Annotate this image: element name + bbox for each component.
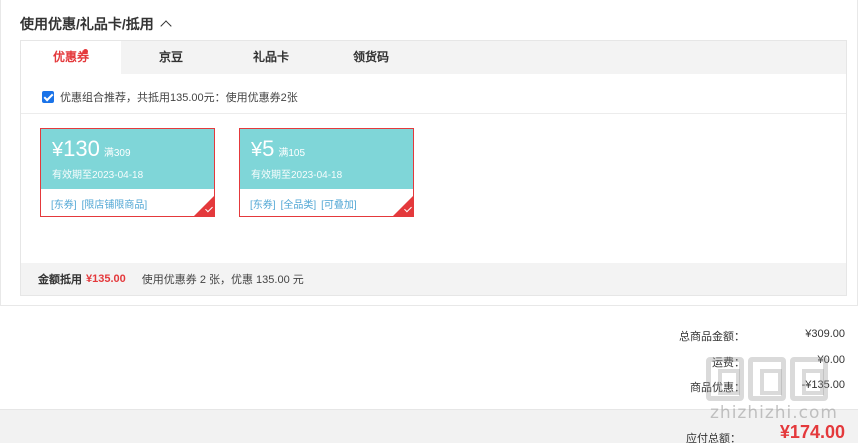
section-title: 使用优惠/礼品卡/抵用 [20,16,154,32]
discount-panel: 优惠券 京豆 礼品卡 领货码 优惠组合推荐，共抵用135.00元：使用优惠券2张… [20,40,847,296]
total-row-discount: 商品优惠： -¥135.00 [625,379,845,395]
coupon-amount-row: ¥130 满309 [52,137,214,162]
coupon-face: ¥5 满105 有效期至2023-04-18 [240,129,413,189]
discount-summary: 金额抵用 ¥135.00 使用优惠券 2 张，优惠 135.00 元 [21,263,846,295]
coupon-condition: 满309 [103,148,131,159]
tab-jingdou[interactable]: 京豆 [121,41,221,74]
coupon-card[interactable]: ¥5 满105 有效期至2023-04-18 [东券] [全品类] [可叠加] [239,128,414,217]
tab-gift-card[interactable]: 礼品卡 [221,41,321,74]
notification-dot-icon [83,49,88,54]
divider [21,113,846,114]
summary-label: 金额抵用 [38,274,82,286]
tab-label: 京豆 [158,50,183,64]
payable-label: 应付总额： [686,433,741,443]
tab-redeem-code[interactable]: 领货码 [321,41,421,74]
coupon-amount-row: ¥5 满105 [251,137,413,162]
coupon-amount: 130 [63,136,100,161]
goods-total-label: 总商品金额： [679,331,745,343]
combo-recommendation[interactable]: 优惠组合推荐，共抵用135.00元：使用优惠券2张 [42,89,298,105]
coupon-face: ¥130 满309 有效期至2023-04-18 [41,129,214,189]
shipping-value: ¥0.00 [817,354,845,366]
summary-detail: 使用优惠券 2 张，优惠 135.00 元 [141,274,304,286]
section-header[interactable]: 使用优惠/礼品卡/抵用 [20,14,172,34]
goods-total-value: ¥309.00 [805,328,845,340]
total-row-goods: 总商品金额： ¥309.00 [625,328,845,344]
payable-bar: 应付总额： ¥174.00 [0,409,858,443]
coupon-condition: 满105 [278,148,306,159]
coupon-currency: ¥ [52,139,64,161]
total-row-shipping: 运费： ¥0.00 [625,354,845,370]
tab-label: 领货码 [352,50,389,64]
discount-section: 使用优惠/礼品卡/抵用 优惠券 京豆 礼品卡 领货码 优惠组合推荐，共抵用135… [0,0,858,306]
discount-label: 商品优惠： [690,382,745,394]
tab-coupons[interactable]: 优惠券 [21,41,121,75]
summary-amount: ¥135.00 [86,273,126,285]
combo-text: 优惠组合推荐，共抵用135.00元：使用优惠券2张 [60,92,298,104]
coupon-tag: [限店铺限商品] [81,200,148,211]
coupon-tags: [东券] [限店铺限商品] [41,189,214,211]
coupon-tags: [东券] [全品类] [可叠加] [240,189,413,211]
chevron-up-icon[interactable] [160,20,172,32]
coupon-tag: [全品类] [280,200,317,211]
payable-amount: ¥174.00 [779,422,845,442]
discount-value: -¥135.00 [801,379,845,391]
coupon-tag: [可叠加] [321,200,357,211]
coupon-amount: 5 [262,136,275,161]
coupon-validity: 有效期至2023-04-18 [251,170,343,181]
combo-checkbox[interactable] [42,91,54,103]
coupon-validity: 有效期至2023-04-18 [52,170,144,181]
shipping-label: 运费： [712,357,745,369]
tab-label: 礼品卡 [252,50,289,64]
tab-bar: 优惠券 京豆 礼品卡 领货码 [21,41,846,75]
coupon-tag: [东券] [51,200,77,211]
coupon-tag: [东券] [250,200,276,211]
coupon-card[interactable]: ¥130 满309 有效期至2023-04-18 [东券] [限店铺限商品] [40,128,215,217]
coupon-currency: ¥ [251,139,263,161]
